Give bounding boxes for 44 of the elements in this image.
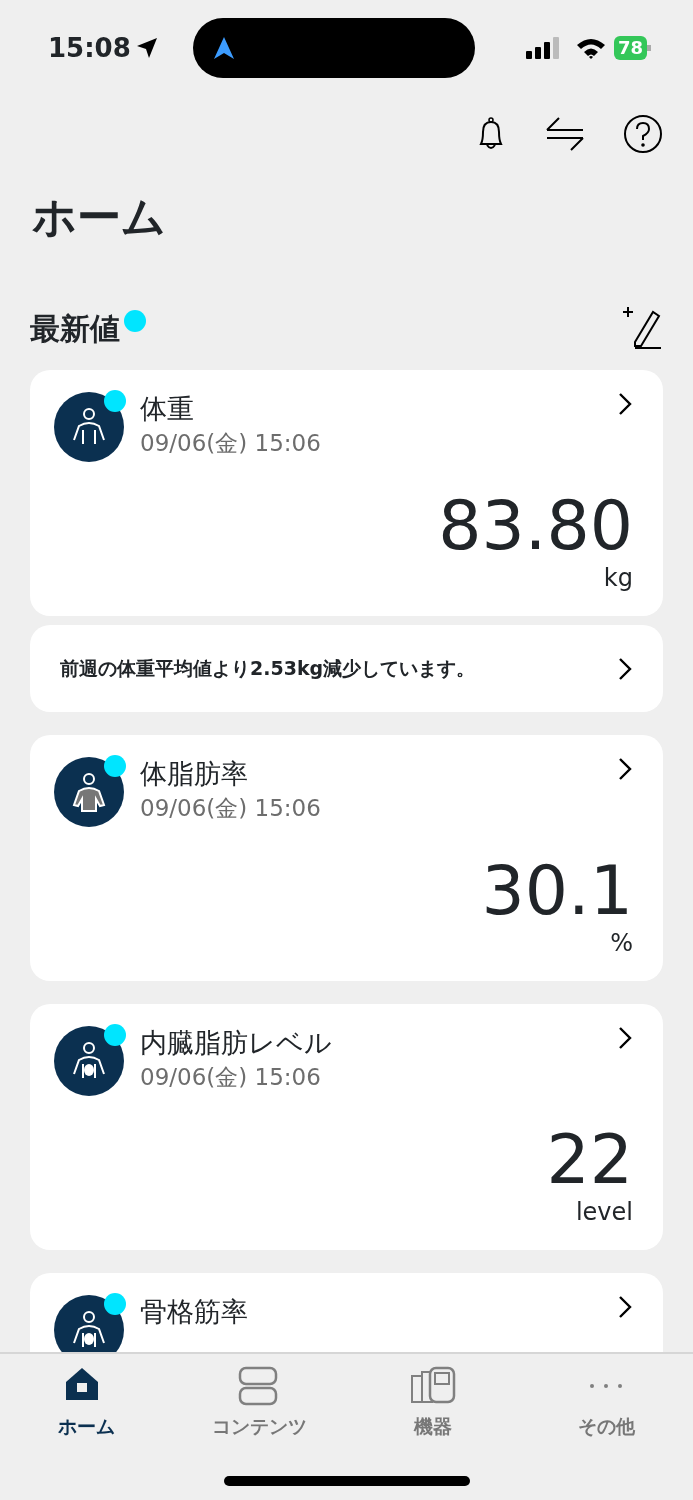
body-figure-icon <box>54 392 124 462</box>
body-figure-icon <box>54 1295 124 1352</box>
tab-item[interactable]: コンテンツ <box>173 1354 347 1442</box>
body-figure-icon <box>54 1026 124 1096</box>
wifi-icon <box>575 37 606 59</box>
weight-trend-card[interactable]: 前週の体重平均値より2.53kg減少しています。 <box>30 625 663 712</box>
chevron-right-icon <box>617 656 633 681</box>
section-title: 最新値 <box>30 309 120 348</box>
sync-arrows-icon[interactable] <box>545 116 585 152</box>
metric-name: 骨格筋率 <box>140 1295 249 1329</box>
unit-label: level <box>575 1198 633 1226</box>
more-icon <box>590 1384 623 1388</box>
chevron-right-icon <box>617 392 633 416</box>
measurement-card[interactable]: 内臓脂肪レベル 09/06(金) 15:06 22 level <box>30 1004 663 1250</box>
chevron-right-icon <box>617 1295 633 1319</box>
edit-add-icon[interactable] <box>621 306 663 350</box>
measurement-card[interactable]: 体脂肪率 09/06(金) 15:06 30.1 % <box>30 735 663 981</box>
page-title: ホーム <box>31 190 167 244</box>
measurement-value: 22 <box>546 1126 633 1194</box>
measurement-card[interactable]: 骨格筋率 <box>30 1273 663 1352</box>
metric-name: 体脂肪率 <box>140 757 249 791</box>
chevron-right-icon <box>617 757 633 781</box>
measurement-value: 83.80 <box>438 492 633 560</box>
tab-item[interactable]: ホーム <box>0 1354 174 1442</box>
chevron-right-icon <box>617 1026 633 1050</box>
help-icon[interactable] <box>623 114 663 154</box>
measurement-date: 09/06(金) 15:06 <box>140 794 322 823</box>
devices-icon <box>410 1366 457 1406</box>
measurement-card[interactable]: 体重 09/06(金) 15:06 83.80 kg <box>30 370 663 616</box>
measurement-value: 30.1 <box>481 857 633 925</box>
tab-item[interactable]: その他 <box>519 1354 693 1442</box>
metric-name: 内臓脂肪レベル <box>140 1026 333 1060</box>
measurement-date: 09/06(金) 15:06 <box>140 429 322 458</box>
metric-name: 体重 <box>140 392 195 426</box>
measurement-date: 09/06(金) 15:06 <box>140 1063 322 1092</box>
status-time: 15:08 <box>48 31 131 65</box>
body-figure-icon <box>54 757 124 827</box>
trend-message: 前週の体重平均値より2.53kg減少しています。 <box>60 656 476 682</box>
unit-label: kg <box>603 564 633 592</box>
unit-label: % <box>610 929 633 957</box>
battery-level: 78 <box>613 36 647 60</box>
signal-icon <box>525 37 560 59</box>
tab-item[interactable]: 機器 <box>346 1354 520 1442</box>
navigation-arrow-icon <box>212 36 235 60</box>
